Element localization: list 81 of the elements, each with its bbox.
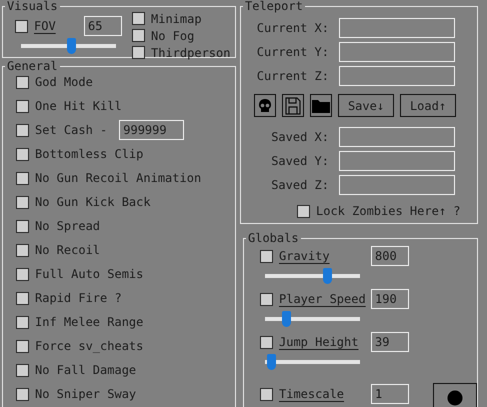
checkbox[interactable] <box>297 204 310 218</box>
option-label: No Sniper Sway <box>35 387 136 401</box>
option-label: Force sv_cheats <box>35 339 144 353</box>
input-field[interactable] <box>339 151 455 171</box>
folder-icon <box>312 98 330 112</box>
option-label: No Gun Recoil Animation <box>35 171 202 185</box>
fov-label: FOV <box>34 19 57 33</box>
option-label: Inf Melee Range <box>35 315 144 329</box>
coordinate-label: Saved Y: <box>270 154 329 168</box>
fov-field[interactable]: 65 <box>84 16 122 36</box>
option-label: Rapid Fire ? <box>35 291 122 305</box>
coordinate-label: Current Z: <box>256 69 329 83</box>
value-field[interactable]: 1 <box>371 384 409 404</box>
slider-thumb[interactable] <box>67 38 76 54</box>
input-field[interactable] <box>339 18 455 38</box>
checkbox[interactable] <box>132 46 145 59</box>
checkbox[interactable] <box>15 20 28 32</box>
checkbox[interactable] <box>132 12 145 25</box>
option-label: God Mode <box>35 75 93 89</box>
option-label: Minimap <box>151 12 202 26</box>
checkbox[interactable] <box>132 29 145 42</box>
checkbox[interactable] <box>16 148 29 160</box>
option-label: One Hit Kill <box>35 99 122 113</box>
option-label: No Gun Kick Back <box>35 195 151 209</box>
checkbox[interactable] <box>16 268 29 280</box>
checkbox[interactable] <box>16 340 29 352</box>
value-field[interactable]: 800 <box>371 246 409 266</box>
option-label: No Fog <box>151 28 194 42</box>
checkbox[interactable] <box>16 76 29 88</box>
input-field[interactable] <box>339 66 455 86</box>
input-field[interactable] <box>339 42 455 62</box>
option-label: Thirdperson <box>151 46 230 60</box>
checkbox[interactable] <box>16 172 29 184</box>
checkbox[interactable] <box>260 250 273 262</box>
slider-thumb[interactable] <box>322 268 332 284</box>
input-field[interactable] <box>339 175 455 195</box>
option-label: No Spread <box>35 219 100 233</box>
value-field[interactable]: 39 <box>371 332 409 352</box>
checkbox[interactable] <box>260 388 273 400</box>
checkbox[interactable] <box>260 336 273 348</box>
coordinate-label: Saved X: <box>270 130 329 144</box>
cash-field[interactable]: 999999 <box>119 120 184 140</box>
checkbox[interactable] <box>16 100 29 112</box>
setting-label: Timescale <box>279 387 346 401</box>
skull-icon <box>257 98 273 114</box>
coordinate-label: Current Y: <box>256 45 329 59</box>
checkbox[interactable] <box>16 220 29 232</box>
checkbox[interactable] <box>16 124 29 136</box>
checkbox[interactable] <box>16 244 29 256</box>
group-title: Globals <box>247 232 300 244</box>
option-label: Full Auto Semis <box>35 267 144 281</box>
setting-label: Player Speed <box>279 292 365 306</box>
checkbox[interactable] <box>16 316 29 328</box>
skull-button[interactable] <box>254 94 276 117</box>
option-label: No Recoil <box>35 243 100 257</box>
checkbox[interactable] <box>16 364 29 376</box>
checkbox[interactable] <box>16 388 29 400</box>
option-label: Lock Zombies Here↑ ? <box>316 204 460 218</box>
slider-thumb[interactable] <box>266 354 276 370</box>
coordinate-label: Saved Z: <box>270 178 329 192</box>
checkbox[interactable] <box>16 292 29 304</box>
folder-button[interactable] <box>310 94 332 117</box>
group-title: Visuals <box>6 0 59 12</box>
checkbox[interactable] <box>260 292 273 306</box>
slider-thumb[interactable] <box>282 311 291 327</box>
option-label: No Fall Damage <box>35 363 136 377</box>
coordinate-label: Current X: <box>256 21 329 35</box>
checkbox[interactable] <box>16 196 29 208</box>
setting-label: Gravity <box>279 249 331 263</box>
option-label: Set Cash - <box>35 123 108 137</box>
group-title: Teleport <box>244 0 304 12</box>
circle-button[interactable] <box>433 383 477 407</box>
group-title: General <box>6 60 59 72</box>
circle-icon <box>447 390 463 406</box>
text-button[interactable]: Load↑ <box>400 94 456 117</box>
setting-label: Jump Height <box>279 335 360 349</box>
floppy-disk-button[interactable] <box>282 94 304 117</box>
option-label: Bottomless Clip <box>35 147 144 161</box>
text-button[interactable]: Save↓ <box>338 94 394 117</box>
value-field[interactable]: 190 <box>371 289 409 309</box>
input-field[interactable] <box>339 127 455 147</box>
